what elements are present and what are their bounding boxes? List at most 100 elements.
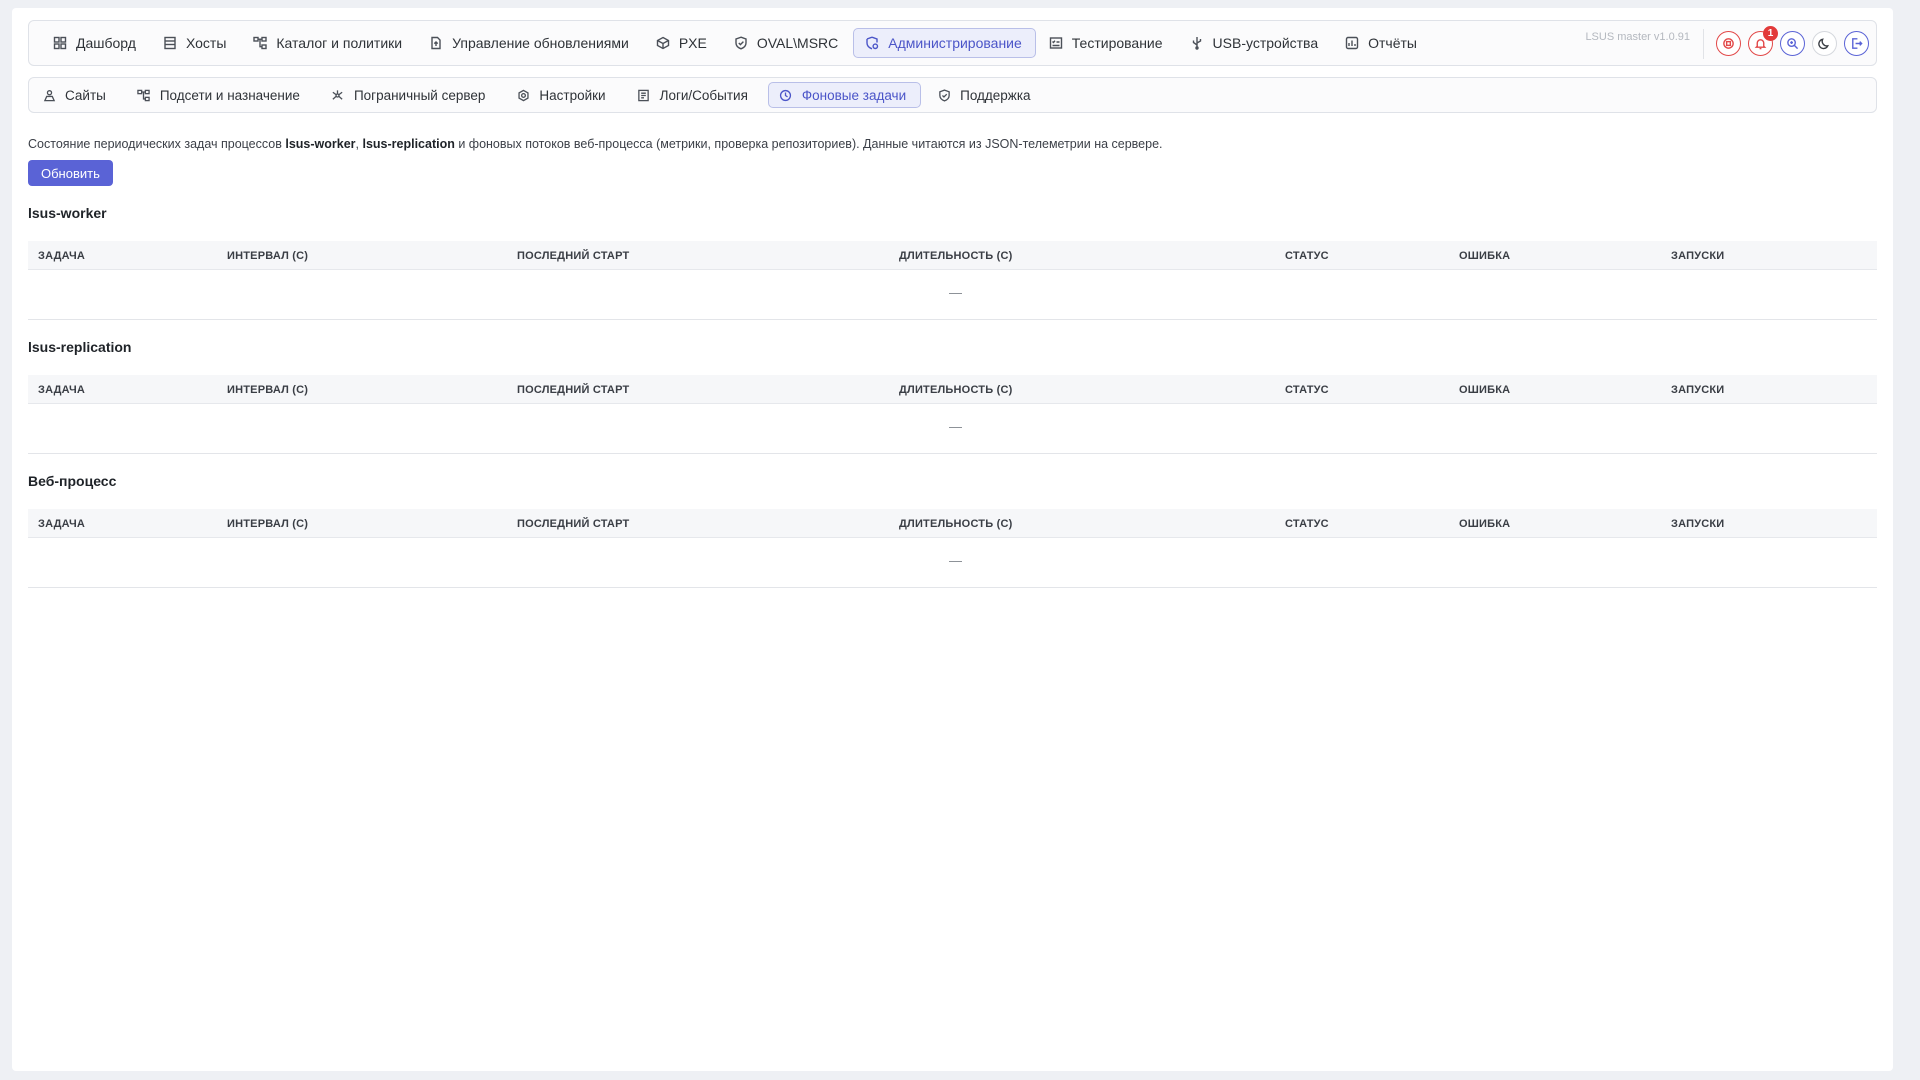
search-icon bbox=[1786, 37, 1799, 50]
nav-item-catalog[interactable]: Каталог и политики bbox=[241, 28, 416, 58]
column-header-duration: ДЛИТЕЛЬНОСТЬ (С) bbox=[899, 384, 1013, 396]
column-header-task: ЗАДАЧА bbox=[38, 518, 86, 530]
column-header-runs: ЗАПУСКИ bbox=[1671, 384, 1725, 396]
subnav-item-settings[interactable]: Настройки bbox=[515, 82, 620, 108]
tasks-table-worker: ЗАДАЧА ИНТЕРВАЛ (С) ПОСЛЕДНИЙ СТАРТ ДЛИТ… bbox=[28, 241, 1877, 320]
nav-item-label: Хосты bbox=[185, 35, 227, 51]
nav-item-label: Дашборд bbox=[76, 35, 136, 51]
gear-icon bbox=[516, 88, 530, 102]
column-header-runs: ЗАПУСКИ bbox=[1671, 250, 1725, 262]
search-button[interactable] bbox=[1780, 31, 1805, 56]
subnav-item-label: Поддержка bbox=[960, 87, 1031, 103]
nav-item-testing[interactable]: Тестирование bbox=[1037, 28, 1177, 58]
subnav-item-logs[interactable]: Логи/События bbox=[636, 82, 763, 108]
nav-item-label: Каталог и политики bbox=[276, 35, 403, 51]
subnav-item-edge-server[interactable]: Пограничный сервер bbox=[330, 82, 500, 108]
column-header-interval: ИНТЕРВАЛ (С) bbox=[227, 518, 309, 530]
nav-item-dashboard[interactable]: Дашборд bbox=[41, 28, 150, 58]
admin-settings-icon bbox=[865, 36, 879, 50]
version-label: LSUS master v1.0.91 bbox=[1585, 31, 1690, 43]
subnav-item-label: Фоновые задачи bbox=[801, 87, 907, 103]
table-header: ЗАДАЧА ИНТЕРВАЛ (С) ПОСЛЕДНИЙ СТАРТ ДЛИТ… bbox=[28, 375, 1877, 404]
column-header-status: СТАТУС bbox=[1285, 384, 1329, 396]
page-description: Состояние периодических задач процессов … bbox=[28, 137, 1163, 151]
nav-item-label: USB-устройства bbox=[1212, 35, 1319, 51]
column-header-runs: ЗАПУСКИ bbox=[1671, 518, 1725, 530]
tasks-table-web-process: ЗАДАЧА ИНТЕРВАЛ (С) ПОСЛЕДНИЙ СТАРТ ДЛИТ… bbox=[28, 509, 1877, 588]
shield-icon bbox=[937, 88, 951, 102]
app-window: Дашборд Хосты Каталог и политики Управле… bbox=[12, 8, 1893, 1071]
subnav-item-label: Логи/События bbox=[659, 87, 748, 103]
worker-process-name: lsus-worker bbox=[285, 137, 356, 151]
table-header: ЗАДАЧА ИНТЕРВАЛ (С) ПОСЛЕДНИЙ СТАРТ ДЛИТ… bbox=[28, 241, 1877, 270]
divider bbox=[1703, 29, 1704, 59]
sites-icon bbox=[42, 88, 56, 102]
nav-item-pxe[interactable]: PXE bbox=[644, 28, 721, 58]
empty-row: — bbox=[28, 538, 1877, 588]
column-header-duration: ДЛИТЕЛЬНОСТЬ (С) bbox=[899, 518, 1013, 530]
stop-icon bbox=[1722, 37, 1735, 50]
column-header-duration: ДЛИТЕЛЬНОСТЬ (С) bbox=[899, 250, 1013, 262]
usb-icon bbox=[1190, 36, 1204, 50]
header-actions: 1 bbox=[1716, 26, 1869, 56]
column-header-task: ЗАДАЧА bbox=[38, 250, 86, 262]
nav-item-updates[interactable]: Управление обновлениями bbox=[417, 28, 643, 58]
file-upload-icon bbox=[429, 36, 443, 50]
nav-item-label: Администрирование bbox=[888, 35, 1022, 51]
nav-item-label: Тестирование bbox=[1071, 35, 1163, 51]
clock-icon bbox=[779, 88, 793, 102]
section-title-web-process: Веб-процесс bbox=[28, 473, 117, 489]
admin-subnavigation: Сайты Подсети и назначение Пограничный с… bbox=[28, 77, 1877, 113]
notifications-button[interactable]: 1 bbox=[1748, 26, 1778, 56]
log-icon bbox=[637, 88, 651, 102]
subnav-item-background-tasks[interactable]: Фоновые задачи bbox=[767, 82, 922, 108]
server-icon bbox=[163, 36, 177, 50]
logout-icon bbox=[1850, 37, 1863, 50]
nav-item-label: PXE bbox=[678, 35, 707, 51]
moon-icon bbox=[1818, 37, 1831, 50]
column-header-last-start: ПОСЛЕДНИЙ СТАРТ bbox=[517, 250, 630, 262]
section-title-replication: lsus-replication bbox=[28, 339, 132, 355]
empty-placeholder: — bbox=[949, 553, 962, 568]
subnav-item-label: Подсети и назначение bbox=[159, 87, 300, 103]
main-navigation: Дашборд Хосты Каталог и политики Управле… bbox=[28, 20, 1877, 66]
subnav-item-label: Настройки bbox=[539, 87, 606, 103]
cube-icon bbox=[656, 36, 670, 50]
nav-item-label: Отчёты bbox=[1368, 35, 1417, 51]
nav-item-label: OVAL\MSRC bbox=[756, 35, 839, 51]
theme-toggle-button[interactable] bbox=[1812, 31, 1837, 56]
empty-placeholder: — bbox=[949, 419, 962, 434]
column-header-last-start: ПОСЛЕДНИЙ СТАРТ bbox=[517, 384, 630, 396]
dashboard-icon bbox=[53, 36, 67, 50]
nav-item-label: Управление обновлениями bbox=[452, 35, 629, 51]
nav-item-administration[interactable]: Администрирование bbox=[853, 28, 1036, 58]
shield-check-icon bbox=[734, 36, 748, 50]
stop-button[interactable] bbox=[1716, 31, 1741, 56]
description-text: и фоновых потоков веб-процесса (метрики,… bbox=[454, 137, 1163, 151]
column-header-task: ЗАДАЧА bbox=[38, 384, 86, 396]
subnav-item-label: Пограничный сервер bbox=[353, 87, 486, 103]
subnav-item-subnets[interactable]: Подсети и назначение bbox=[136, 82, 315, 108]
subnav-item-sites[interactable]: Сайты bbox=[41, 82, 121, 108]
empty-row: — bbox=[28, 270, 1877, 320]
nav-item-usb[interactable]: USB-устройства bbox=[1178, 28, 1333, 58]
subnav-item-support[interactable]: Поддержка bbox=[936, 82, 1045, 108]
column-header-status: СТАТУС bbox=[1285, 250, 1329, 262]
replication-process-name: lsus-replication bbox=[362, 137, 455, 151]
nav-item-hosts[interactable]: Хосты bbox=[151, 28, 240, 58]
column-header-status: СТАТУС bbox=[1285, 518, 1329, 530]
table-header: ЗАДАЧА ИНТЕРВАЛ (С) ПОСЛЕДНИЙ СТАРТ ДЛИТ… bbox=[28, 509, 1877, 538]
column-header-interval: ИНТЕРВАЛ (С) bbox=[227, 384, 309, 396]
column-header-error: ОШИБКА bbox=[1459, 518, 1511, 530]
nav-item-reports[interactable]: Отчёты bbox=[1333, 28, 1431, 58]
nav-item-oval-msrc[interactable]: OVAL\MSRC bbox=[722, 28, 852, 58]
report-icon bbox=[1345, 36, 1359, 50]
tasks-table-replication: ЗАДАЧА ИНТЕРВАЛ (С) ПОСЛЕДНИЙ СТАРТ ДЛИТ… bbox=[28, 375, 1877, 454]
logout-button[interactable] bbox=[1844, 31, 1869, 56]
section-title-worker: lsus-worker bbox=[28, 205, 107, 221]
hierarchy-icon bbox=[253, 36, 268, 50]
column-header-error: ОШИБКА bbox=[1459, 250, 1511, 262]
subnet-icon bbox=[137, 88, 151, 102]
refresh-button[interactable]: Обновить bbox=[28, 160, 113, 186]
column-header-error: ОШИБКА bbox=[1459, 384, 1511, 396]
